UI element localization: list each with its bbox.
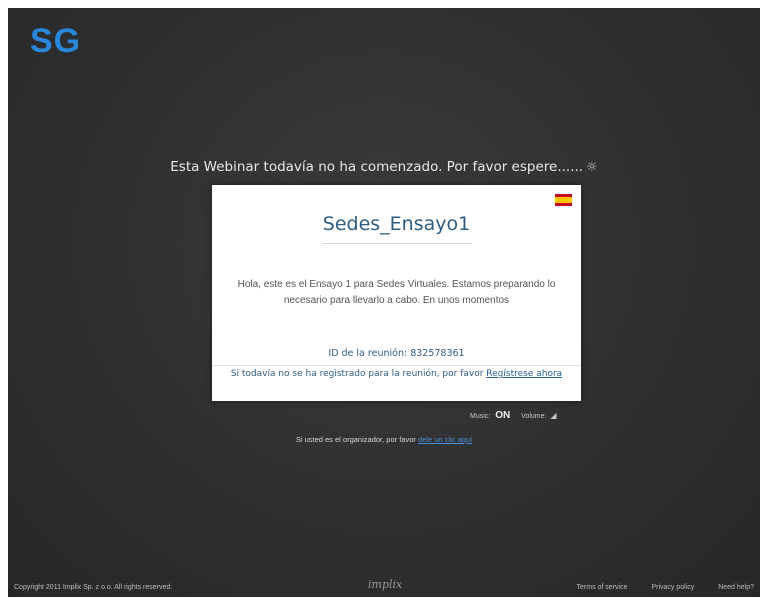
help-link[interactable]: Need help? bbox=[718, 584, 754, 591]
register-now-link[interactable]: Regístrese ahora bbox=[486, 369, 562, 379]
spain-flag-icon[interactable] bbox=[555, 194, 572, 206]
organizer-text: Si usted es el organizador, por favor bbox=[295, 435, 416, 444]
music-toggle[interactable]: ON bbox=[495, 410, 510, 421]
webinar-info-card: Sedes_Ensayo1 Hola, este es el Ensayo 1 … bbox=[212, 185, 581, 401]
title-divider bbox=[322, 243, 472, 244]
volume-icon[interactable]: ◢ bbox=[550, 411, 556, 420]
music-label: Music: bbox=[470, 413, 491, 420]
copyright-text: Copyright 2011 Implix Sp. z o.o. All rig… bbox=[14, 584, 173, 591]
organizer-prompt: Si usted es el organizador, por favor de… bbox=[8, 435, 760, 444]
privacy-link[interactable]: Privacy policy bbox=[651, 584, 694, 591]
webinar-waiting-screen: SG Esta Webinar todavía no ha comenzado.… bbox=[8, 8, 760, 597]
meeting-id-line: ID de la reunión: 832578361 bbox=[212, 348, 581, 359]
sg-logo: SG bbox=[30, 22, 82, 60]
register-text: Si todavía no se ha registrado para la r… bbox=[230, 369, 484, 379]
meeting-id-label: ID de la reunión: bbox=[328, 348, 408, 359]
register-prompt: Si todavía no se ha registrado para la r… bbox=[228, 368, 565, 381]
volume-label: Volume: bbox=[521, 413, 547, 420]
audio-controls: Music: ON Volume: ◢ bbox=[470, 410, 557, 421]
webinar-description: Hola, este es el Ensayo 1 para Sedes Vir… bbox=[237, 279, 556, 306]
implix-logo: implix bbox=[368, 578, 403, 591]
webinar-title: Sedes_Ensayo1 bbox=[322, 213, 471, 235]
waiting-status: Esta Webinar todavía no ha comenzado. Po… bbox=[8, 159, 760, 175]
waiting-message: Esta Webinar todavía no ha comenzado. Po… bbox=[170, 159, 584, 175]
organizer-click-here-link[interactable]: dele un clic aquí bbox=[418, 435, 472, 444]
loading-sun-icon: ☼ bbox=[586, 160, 598, 175]
footer-links: Terms of service Privacy policy Need hel… bbox=[555, 584, 754, 591]
meeting-id-value: 832578361 bbox=[410, 348, 465, 359]
meeting-id-divider bbox=[212, 365, 581, 366]
terms-link[interactable]: Terms of service bbox=[577, 584, 628, 591]
